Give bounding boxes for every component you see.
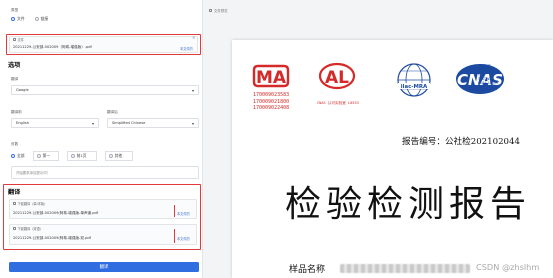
preview-tab-label: 文件预览 xyxy=(214,9,228,13)
cma-logo-icon: MA xyxy=(252,64,290,88)
pages-first-label: 第一 xyxy=(42,153,51,158)
document-page: MA AL ilac-MRA CNAS xyxy=(232,40,553,278)
result-link-mono[interactable]: 本文件的 xyxy=(177,211,190,216)
radio-dot-icon xyxy=(108,154,113,158)
radio-dot-icon xyxy=(34,17,39,21)
report-number: 报告编号：公社检202102044 xyxy=(402,137,520,147)
cnas-sub-line: CNAS L0553 xyxy=(478,80,498,85)
radio-file-label: 文件 xyxy=(17,16,25,21)
source-lang-select[interactable]: English xyxy=(11,118,99,128)
uploaded-file-name: 20211229-公安部-002009（阿希-增强版）.pdf xyxy=(13,45,92,49)
result-tag-mono-label: 下载翻译（单/本版） xyxy=(17,202,48,206)
svg-text:AL: AL xyxy=(325,68,349,88)
radio-file[interactable]: 文件 xyxy=(11,16,25,22)
redacted-text xyxy=(340,264,470,273)
result-tag-dual: 下载翻译（双语） xyxy=(13,226,43,231)
pages-radio-group: 全部 第一 前1页 其他 xyxy=(11,151,133,161)
target-lang-select[interactable]: Simplified Chinese xyxy=(107,118,199,128)
result-tag-mono: 下载翻译（单/本版） xyxy=(13,201,47,206)
pages-radio-first-n[interactable]: 前1页 xyxy=(66,151,97,161)
engine-select[interactable]: Google xyxy=(11,85,199,95)
left-panel: 类型 文件 链接 文件 × 20211229-公安部-002009（阿希-增强版… xyxy=(0,0,203,278)
sample-name-label: 样品名称 xyxy=(289,265,326,275)
chevron-down-icon xyxy=(192,89,194,92)
file-tag: 文件 xyxy=(13,37,24,42)
watermark: CSDN @zhslhm xyxy=(476,262,540,272)
svg-text:MA: MA xyxy=(256,68,287,88)
target-lang-value: Simplified Chinese xyxy=(112,121,146,125)
type-radio-group: 文件 链接 xyxy=(11,16,48,22)
cnal-number: CNAS 认可实验室 L0553 xyxy=(317,101,359,105)
translate-button[interactable]: 翻译 xyxy=(9,262,199,272)
result-file-dual: 20211229-公安部-002009(阿希-增强版-双.pdf xyxy=(13,236,91,240)
engine-label: 翻译 xyxy=(11,77,19,81)
cma-number: 170009023583 xyxy=(253,92,290,98)
uploaded-file-link[interactable]: 本文件的 xyxy=(180,46,193,51)
file-icon xyxy=(13,38,16,41)
type-label: 类型 xyxy=(11,8,19,12)
report-title: 检验检测报告 xyxy=(285,184,532,225)
pages-all-label: 全部 xyxy=(17,153,25,158)
chevron-down-icon xyxy=(192,122,194,125)
source-lang-value: English xyxy=(16,121,29,125)
pages-label: 页数 xyxy=(11,142,19,146)
pages-first-n-label: 前1页 xyxy=(76,153,87,158)
pages-radio-all[interactable]: 全部 xyxy=(11,153,25,159)
cnas-subtext: 中国认可 国际互认 检测 TESTING CNAS L0553 xyxy=(478,64,498,85)
result-link-highlight xyxy=(174,205,175,217)
radio-link[interactable]: 链接 xyxy=(34,16,49,22)
file-tag-label: 文件 xyxy=(17,38,24,42)
pages-radio-first[interactable]: 第一 xyxy=(32,151,59,161)
cal-logo-icon: AL xyxy=(318,62,356,90)
translate-title: 翻译 xyxy=(8,189,21,196)
pages-other-label: 其他 xyxy=(114,153,123,158)
radio-link-label: 链接 xyxy=(40,16,49,21)
radio-dot-icon xyxy=(36,154,41,158)
prompt-placeholder: 开始要求添加提示词！ xyxy=(16,171,50,175)
result-file-mono: 20211229-公安部-002009(阿希-增强版-单声道.pdf xyxy=(13,211,99,215)
source-lang-label: 翻译前 xyxy=(11,110,22,114)
cma-number: 170009021800 xyxy=(253,98,290,105)
result-link-dual[interactable]: 本文件的 xyxy=(177,236,190,241)
result-link-highlight xyxy=(174,229,175,243)
options-title: 选项 xyxy=(8,62,21,69)
target-lang-label: 翻译后 xyxy=(107,110,118,114)
radio-dot-icon xyxy=(11,154,15,158)
result-tag-dual-label: 下载翻译（双语） xyxy=(17,227,44,231)
document-icon xyxy=(209,9,212,12)
preview-tab[interactable]: 文件预览 xyxy=(209,8,228,13)
ilac-mra-logo-icon: ilac-MRA xyxy=(397,63,431,97)
download-icon xyxy=(13,202,16,205)
chevron-down-icon xyxy=(92,122,94,125)
certification-logos: MA AL ilac-MRA CNAS xyxy=(252,62,504,97)
svg-text:ilac-MRA: ilac-MRA xyxy=(401,84,428,90)
prompt-textarea[interactable]: 开始要求添加提示词！ xyxy=(11,166,199,179)
radio-dot-icon xyxy=(11,17,15,21)
download-icon xyxy=(13,227,16,230)
pages-radio-other[interactable]: 其他 xyxy=(104,151,133,161)
close-icon[interactable]: × xyxy=(192,35,195,40)
cma-number-list: 170009023583 170009021800 170009022408 xyxy=(253,92,289,112)
radio-dot-icon xyxy=(70,154,75,158)
engine-value: Google xyxy=(16,88,29,92)
app-root: 类型 文件 链接 文件 × 20211229-公安部-002009（阿希-增强版… xyxy=(0,0,553,278)
cma-number: 170009022408 xyxy=(253,105,290,112)
